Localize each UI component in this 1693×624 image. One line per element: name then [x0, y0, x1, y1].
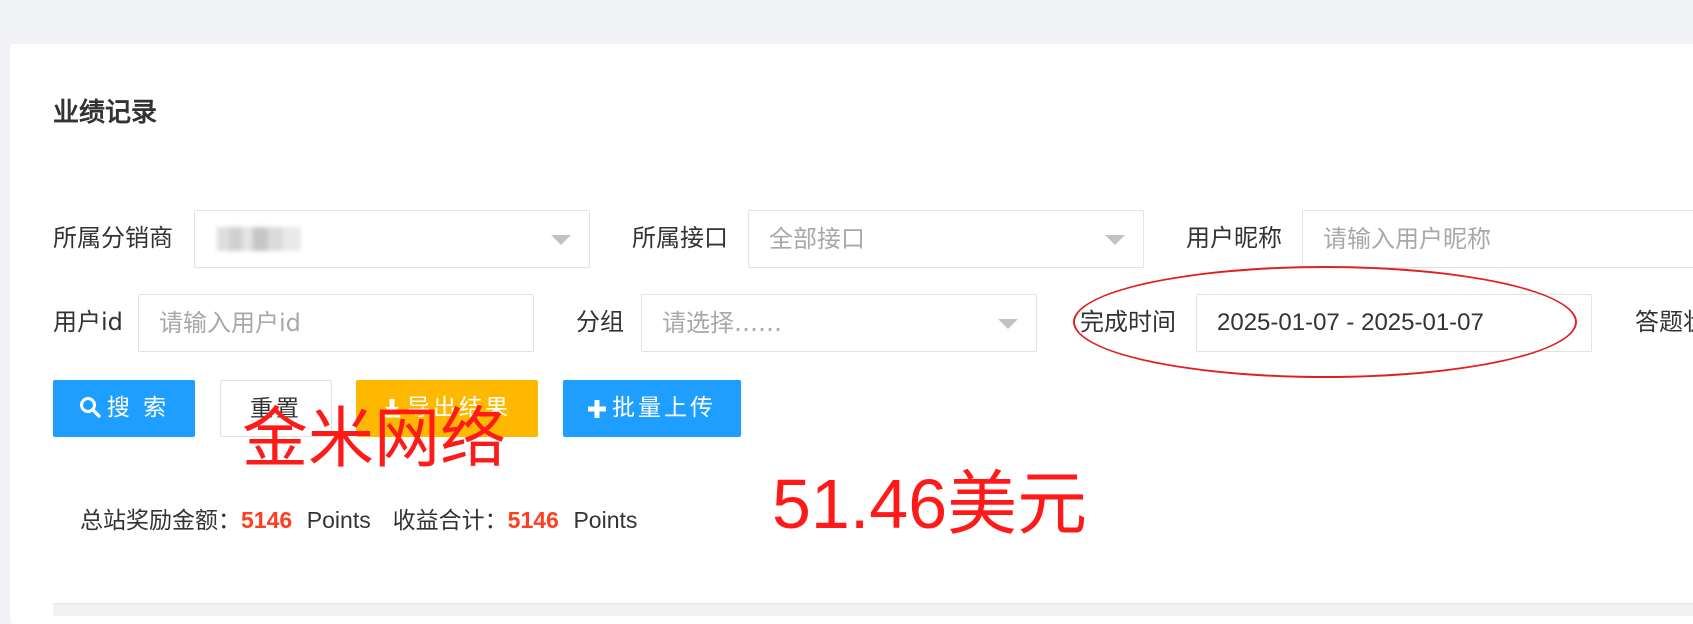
caret-down-icon [998, 319, 1018, 329]
distributor-select[interactable] [194, 210, 590, 268]
search-button-label: 搜 索 [106, 395, 170, 421]
nickname-input-placeholder: 请输入用户昵称 [1323, 225, 1491, 253]
amount-annotation: 51.46美元 [772, 465, 1088, 543]
nickname-input[interactable]: 请输入用户昵称 [1302, 210, 1693, 268]
caret-down-icon [1105, 235, 1125, 245]
finish-time-label: 完成时间 [1080, 308, 1176, 336]
interface-label: 所属接口 [632, 224, 728, 252]
search-button[interactable]: 搜 索 [53, 380, 195, 437]
distributor-label: 所属分销商 [53, 224, 173, 252]
answer-status-label: 答题状 [1635, 308, 1693, 336]
income-total-unit: Points [573, 507, 638, 533]
user-id-label: 用户id [53, 308, 123, 336]
caret-down-icon [551, 235, 571, 245]
user-id-input[interactable]: 请输入用户id [138, 294, 534, 352]
nickname-label: 用户昵称 [1186, 224, 1282, 252]
table-header-edge [53, 603, 1693, 616]
finish-time-range-value: 2025-01-07 - 2025-01-07 [1217, 309, 1484, 336]
page-title: 业绩记录 [53, 98, 158, 128]
total-reward-label: 总站奖励金额： [80, 508, 241, 534]
interface-select-value: 全部接口 [769, 225, 865, 253]
batch-upload-button[interactable]: 批量上传 [563, 380, 741, 437]
income-total-value: 5146 [507, 507, 559, 533]
summary-line: 总站奖励金额：5146 Points 收益合计：5146 Points [80, 504, 637, 537]
plus-icon [588, 400, 606, 418]
group-select-placeholder: 请选择…… [662, 309, 782, 337]
watermark-annotation: 金米网络 [242, 401, 506, 475]
search-icon [79, 397, 101, 418]
total-reward-unit: Points [306, 507, 371, 533]
user-id-input-placeholder: 请输入用户id [159, 309, 301, 337]
total-reward-value: 5146 [241, 507, 293, 533]
distributor-value-redacted [217, 227, 301, 251]
income-total-label: 收益合计： [392, 508, 508, 534]
group-select[interactable]: 请选择…… [641, 294, 1037, 352]
batch-upload-button-label: 批量上传 [612, 395, 716, 421]
group-label: 分组 [576, 308, 624, 336]
interface-select[interactable]: 全部接口 [748, 210, 1144, 268]
finish-time-range-input[interactable]: 2025-01-07 - 2025-01-07 [1196, 294, 1592, 352]
